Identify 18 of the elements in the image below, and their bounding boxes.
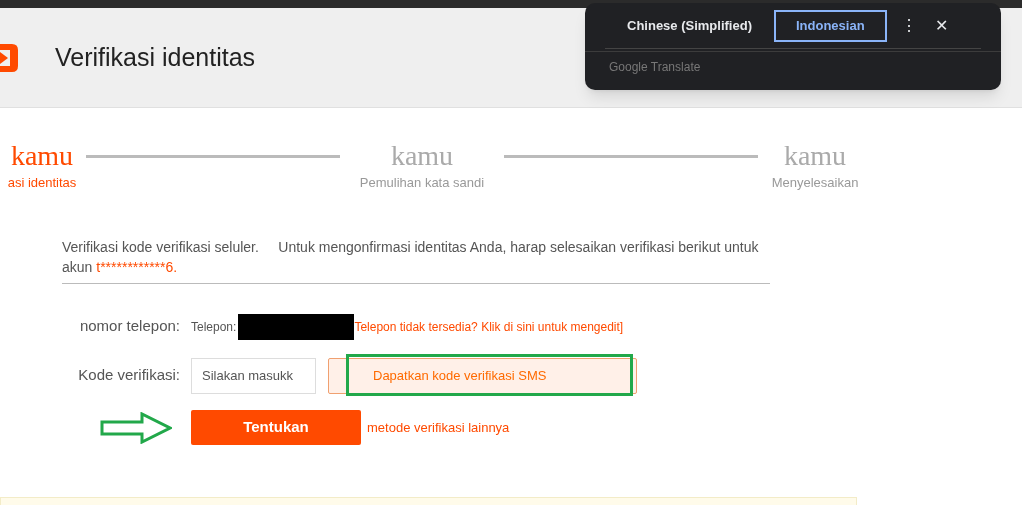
step-label: Pemulihan kata sandi xyxy=(359,174,485,192)
step-label: Menyelesaikan xyxy=(771,174,859,192)
step-title: kamu xyxy=(783,141,847,171)
step-label: asi identitas xyxy=(7,174,77,192)
field-label: Kode verifikasi: xyxy=(77,365,180,386)
more-menu-button[interactable]: ⋮ xyxy=(900,13,917,38)
intro-text: Verifikasi kode verifikasi seluler. Untuk mengonfirmasi identitas Anda, harap selesaikan verifikasi berikut untuk akun t************6. xyxy=(62,237,760,277)
step-title: kamu xyxy=(10,141,74,171)
code-input[interactable]: Silakan masukk xyxy=(191,357,316,394)
arrow-icon xyxy=(100,411,172,444)
field-label: Telepon: xyxy=(191,318,237,336)
step-title: kamu xyxy=(390,141,454,171)
language-tab[interactable]: Chinese (Simplified) xyxy=(605,9,774,42)
field-label: nomor telepon: xyxy=(78,316,180,337)
close-button[interactable]: ✕ xyxy=(934,13,948,38)
page-title: Verifikasi identitas xyxy=(55,41,256,73)
language-tab[interactable]: Indonesian xyxy=(773,9,887,42)
popup-footer: Google Translate xyxy=(609,58,1001,76)
